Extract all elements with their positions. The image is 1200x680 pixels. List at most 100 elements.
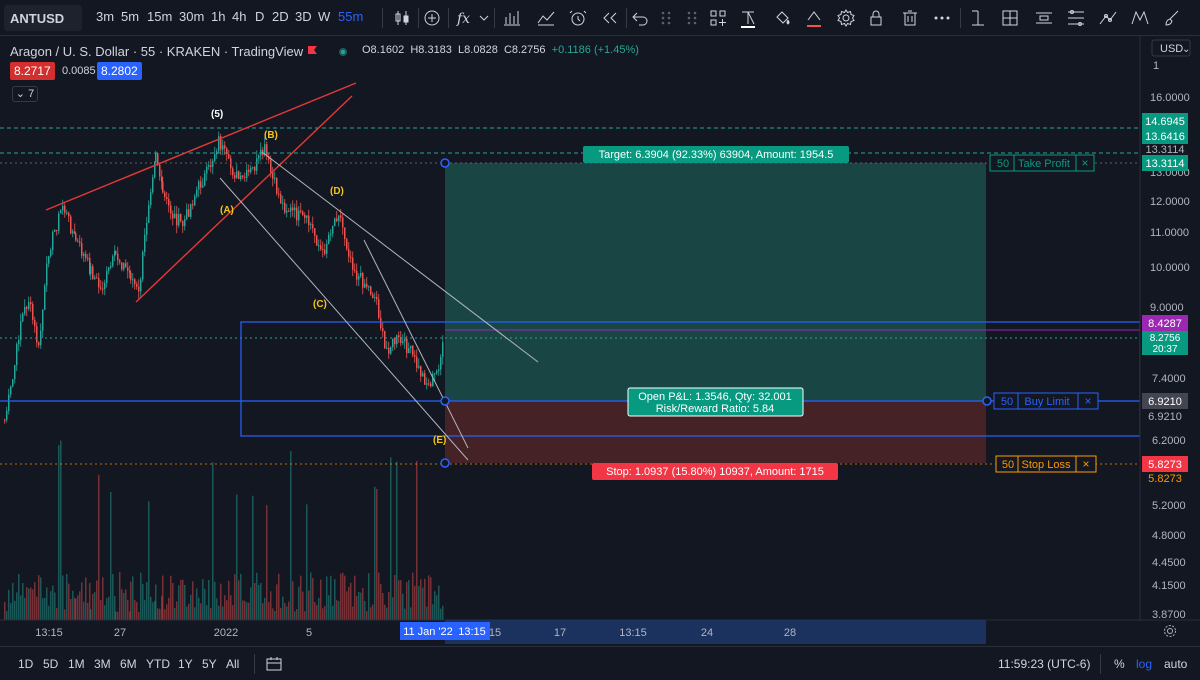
brush-icon[interactable] — [1162, 8, 1182, 28]
lock-icon[interactable] — [866, 8, 886, 28]
stop-loss-order[interactable]: 50 Stop Loss × — [995, 455, 1097, 473]
candle-body — [75, 233, 77, 241]
volume-bar — [150, 596, 152, 620]
candle-body — [428, 383, 430, 385]
volume-bar — [127, 599, 129, 620]
volume-bar — [414, 585, 416, 620]
range-ytd[interactable]: YTD — [146, 657, 170, 671]
volume-bar — [338, 601, 340, 620]
range-5y[interactable]: 5Y — [202, 657, 217, 671]
volume-bar — [244, 600, 246, 620]
take-profit-order[interactable]: 50 Take Profit × — [989, 154, 1095, 172]
trash-icon[interactable] — [900, 8, 920, 28]
candle-body — [172, 213, 174, 219]
interval-d[interactable]: D — [255, 9, 264, 24]
volume-bar — [430, 577, 432, 620]
price-chart[interactable]: (5) (B) (A) (D) (C) (E) Target: 6.3904 (… — [0, 36, 1200, 644]
percent-toggle[interactable]: % — [1114, 657, 1125, 671]
wave-label-e[interactable]: (E) — [433, 435, 446, 446]
drag-handle-icon[interactable] — [682, 8, 702, 28]
interval-4h[interactable]: 4h — [232, 9, 246, 24]
volume-bar — [228, 580, 230, 620]
take-profit-close-icon[interactable]: × — [1081, 156, 1088, 170]
drag-handle-icon[interactable] — [656, 8, 676, 28]
target-handle[interactable] — [440, 158, 450, 168]
range-all[interactable]: All — [226, 657, 239, 671]
more-options-icon[interactable] — [932, 8, 952, 28]
chevron-down-icon[interactable] — [478, 8, 490, 28]
volume-bar — [202, 578, 204, 620]
range-1y[interactable]: 1Y — [178, 657, 193, 671]
text-tool-icon[interactable] — [738, 8, 758, 28]
volume-bar — [186, 606, 188, 620]
settings-gear-icon[interactable] — [836, 8, 856, 28]
candles-icon[interactable] — [392, 8, 412, 28]
interval-5m[interactable]: 5m — [121, 9, 139, 24]
alert-clock-icon[interactable] — [568, 8, 588, 28]
candle-body — [332, 225, 334, 234]
range-5d[interactable]: 5D — [43, 657, 58, 671]
trend-line-icon[interactable] — [1098, 8, 1118, 28]
channel-lower-line[interactable] — [219, 177, 469, 461]
volume-bar — [138, 611, 140, 620]
volume-bar — [292, 581, 294, 620]
volume-bar — [360, 592, 362, 620]
wave-label-5[interactable]: (5) — [211, 109, 223, 120]
date-range-calendar-icon[interactable] — [265, 655, 283, 673]
compare-icon[interactable] — [536, 8, 556, 28]
wave-label-b[interactable]: (B) — [264, 130, 278, 141]
volume-bar — [332, 605, 334, 620]
parallel-channel-icon[interactable] — [1066, 8, 1086, 28]
range-1d[interactable]: 1D — [18, 657, 33, 671]
candle-body — [422, 373, 424, 377]
buy-limit-order[interactable]: 50 Buy Limit × — [993, 392, 1099, 410]
interval-3m[interactable]: 3m — [96, 9, 114, 24]
range-3m[interactable]: 3M — [94, 657, 111, 671]
buy-limit-close-icon[interactable]: × — [1084, 394, 1091, 408]
indicators-fx-icon[interactable]: fx — [455, 8, 475, 28]
auto-toggle[interactable]: auto — [1164, 657, 1187, 671]
candle-body — [206, 166, 208, 174]
stop-handle[interactable] — [440, 458, 450, 468]
volume-bar — [426, 606, 428, 620]
vertical-line-tool-icon[interactable] — [968, 8, 988, 28]
candle-body — [434, 373, 436, 375]
bar-chart-icon[interactable] — [502, 8, 522, 28]
axis-settings-gear-icon[interactable] — [1164, 625, 1176, 637]
width-handle[interactable] — [982, 396, 992, 406]
volume-bar — [372, 604, 374, 620]
symbol-search-button[interactable]: ANTUSD — [4, 5, 82, 31]
stop-loss-close-icon[interactable]: × — [1082, 457, 1089, 471]
entry-handle[interactable] — [440, 396, 450, 406]
interval-1h[interactable]: 1h — [211, 9, 225, 24]
wave-label-d[interactable]: (D) — [330, 186, 344, 197]
profit-zone[interactable] — [445, 163, 986, 401]
undo-icon[interactable] — [630, 8, 650, 28]
log-toggle[interactable]: log — [1136, 657, 1152, 671]
fill-bucket-icon[interactable] — [772, 8, 792, 28]
crosshair-box-icon[interactable] — [1000, 8, 1020, 28]
interval-55m[interactable]: 55m — [338, 9, 363, 24]
replay-icon[interactable] — [600, 8, 620, 28]
interval-3d[interactable]: 3D — [295, 9, 312, 24]
add-indicator-icon[interactable] — [422, 8, 442, 28]
volume-bar — [112, 574, 114, 620]
interval-30m[interactable]: 30m — [179, 9, 204, 24]
last-price-label: 8.2756 — [1150, 333, 1181, 344]
grid-icon[interactable] — [708, 8, 728, 28]
line-color-icon[interactable] — [804, 8, 824, 28]
svg-text:fx: fx — [456, 11, 470, 27]
xabcd-pattern-icon[interactable] — [1130, 8, 1150, 28]
wave-label-c[interactable]: (C) — [313, 299, 327, 310]
volume-bar — [358, 591, 360, 620]
candle-body — [125, 263, 127, 268]
horizontal-lines-icon[interactable] — [1034, 8, 1054, 28]
currency-chevron-icon[interactable]: ⌄ — [1182, 44, 1190, 55]
range-6m[interactable]: 6M — [120, 657, 137, 671]
wave-label-a[interactable]: (A) — [220, 205, 234, 216]
clock-timezone[interactable]: 11:59:23 (UTC-6) — [998, 657, 1090, 671]
interval-15m[interactable]: 15m — [147, 9, 172, 24]
range-1m[interactable]: 1M — [68, 657, 85, 671]
interval-w[interactable]: W — [318, 9, 330, 24]
interval-2d[interactable]: 2D — [272, 9, 289, 24]
